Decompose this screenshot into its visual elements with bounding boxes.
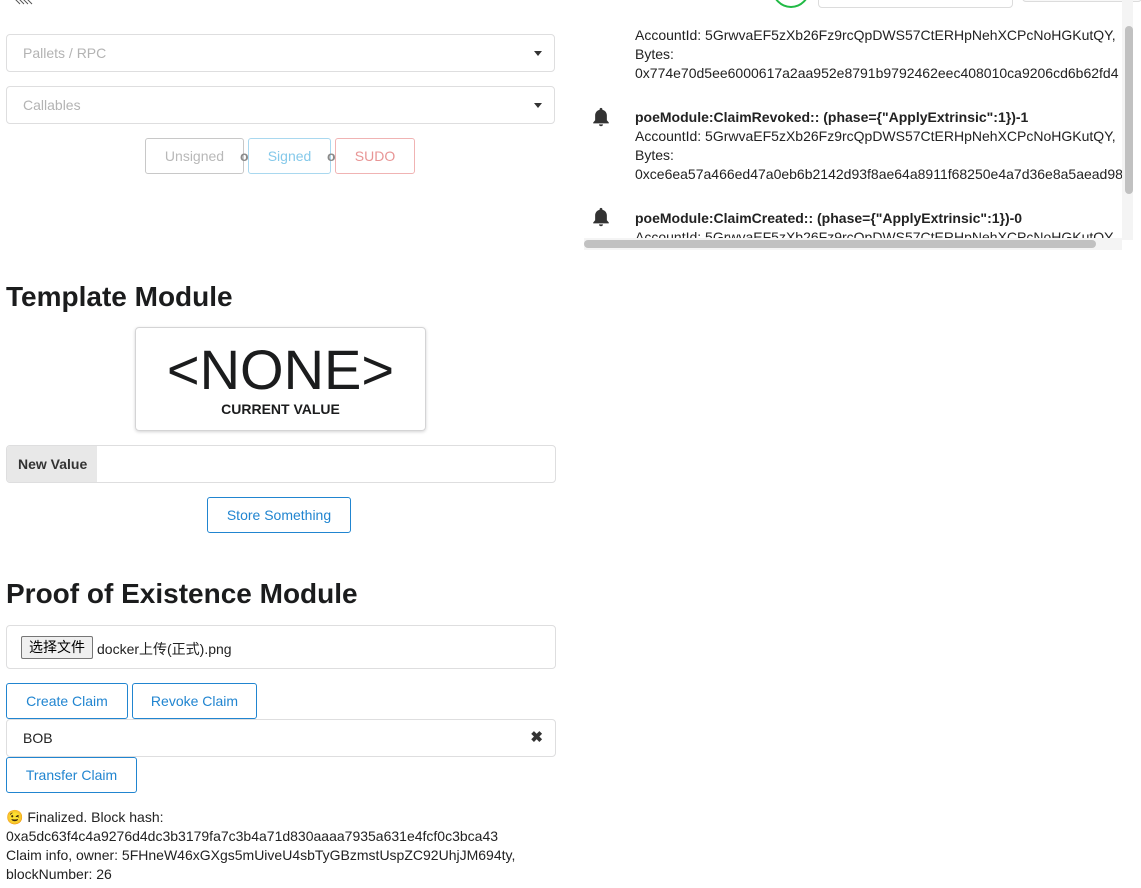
wink-icon: 😉 (6, 809, 24, 825)
new-value-field[interactable]: New Value (6, 445, 556, 483)
pallets-dropdown[interactable]: Pallets / RPC (6, 34, 555, 72)
close-icon[interactable]: ✖ (530, 728, 543, 746)
events-horizontal-scrollbar[interactable] (584, 240, 1096, 248)
new-value-label: New Value (7, 446, 97, 482)
event-item: poeModule:ClaimRevoked:: (phase={"ApplyE… (635, 109, 1123, 182)
sudo-button[interactable]: SUDO (335, 138, 415, 174)
unsigned-button[interactable]: Unsigned (145, 138, 244, 174)
substrate-logo[interactable] (6, 0, 42, 8)
events-vertical-scrollbar[interactable] (1125, 26, 1133, 194)
current-value: <NONE> (166, 338, 395, 401)
events-feed[interactable]: AccountId: 5GrwvaEF5zXb26Fz9rcQpDWS57CtE… (584, 0, 1133, 248)
callables-placeholder: Callables (23, 97, 81, 113)
choose-file-button[interactable]: 选择文件 (21, 636, 93, 659)
transaction-status: 😉 Finalized. Block hash: 0xa5dc63f4c4a92… (6, 809, 516, 882)
file-name: docker上传(正式).png (97, 641, 232, 657)
revoke-claim-button[interactable]: Revoke Claim (132, 683, 257, 719)
transfer-claim-button[interactable]: Transfer Claim (6, 757, 137, 793)
pallets-placeholder: Pallets / RPC (23, 45, 107, 61)
caret-down-icon (534, 51, 542, 56)
caret-down-icon (534, 103, 542, 108)
current-value-card: <NONE> CURRENT VALUE (135, 327, 426, 431)
bell-icon (593, 107, 609, 127)
file-input[interactable]: 选择文件 docker上传(正式).png (6, 625, 556, 669)
bell-icon (593, 207, 609, 227)
poe-module-title: Proof of Existence Module (6, 578, 358, 609)
template-module-title: Template Module (6, 281, 233, 312)
callables-dropdown[interactable]: Callables (6, 86, 555, 124)
create-claim-button[interactable]: Create Claim (6, 683, 128, 719)
recipient-value: BOB (23, 730, 53, 746)
event-item: AccountId: 5GrwvaEF5zXb26Fz9rcQpDWS57CtE… (635, 27, 1119, 81)
store-something-button[interactable]: Store Something (207, 497, 351, 533)
signed-button[interactable]: Signed (248, 138, 331, 174)
current-value-label: CURRENT VALUE (221, 401, 340, 417)
recipient-select[interactable]: BOB ✖ (6, 719, 556, 757)
